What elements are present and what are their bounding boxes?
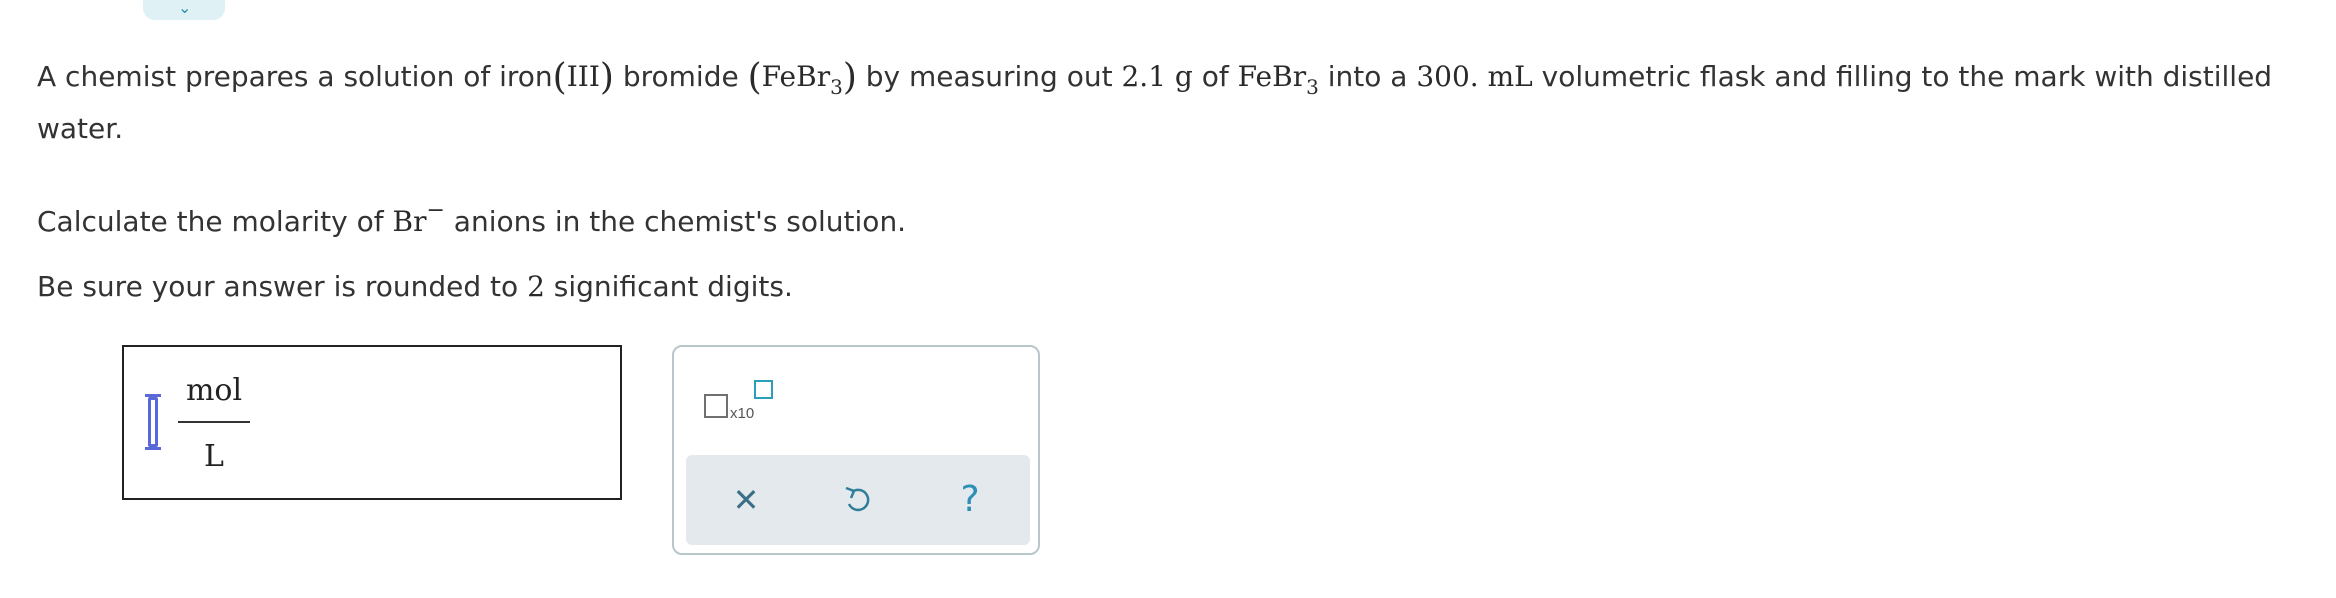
paren-close: )	[599, 57, 614, 98]
mass-value: 2.1	[1121, 60, 1167, 93]
paren-close: )	[842, 57, 857, 98]
close-icon: ✕	[732, 481, 760, 519]
question-line-2: water.	[37, 112, 124, 145]
volume-unit: mL	[1487, 60, 1533, 93]
chevron-down-icon: ⌄	[178, 0, 192, 17]
question-text: Be sure your answer is rounded to	[37, 270, 528, 303]
help-icon: ?	[960, 479, 980, 520]
question-line-1: A chemist prepares a solution of iron(II…	[37, 50, 2272, 114]
formula-subscript: 3	[830, 75, 843, 99]
unit-denominator: L	[204, 439, 224, 474]
action-bar: ✕ ?	[686, 455, 1030, 545]
formula: FeBr	[761, 60, 831, 93]
mantissa-box-icon	[704, 394, 728, 418]
volume-value: 300.	[1416, 60, 1479, 93]
x10-label: x10	[730, 405, 755, 422]
oxidation-state: III	[566, 60, 600, 93]
formula: FeBr	[1237, 60, 1307, 93]
question-text: A chemist prepares a solution of iron	[37, 60, 553, 93]
formula-subscript: 3	[1306, 75, 1319, 99]
collapse-tab[interactable]: ⌄	[143, 0, 225, 20]
unit-fraction: mol L	[178, 371, 250, 477]
help-button[interactable]: ?	[945, 475, 995, 525]
question-text: significant digits.	[544, 270, 793, 303]
undo-icon	[845, 486, 870, 512]
question-text: of	[1192, 60, 1238, 93]
scientific-notation-button[interactable]: x10	[704, 375, 794, 435]
question-text: Calculate the molarity of	[37, 205, 393, 238]
question-text: volumetric flask and filling to the mark…	[1532, 60, 2273, 93]
fraction-bar	[178, 421, 250, 423]
ion-symbol: Br	[392, 205, 427, 238]
tool-panel: x10 ✕ ?	[672, 345, 1040, 555]
exponent-box-icon	[754, 380, 773, 399]
question-text: by measuring out	[856, 60, 1122, 93]
answer-input-box[interactable]: mol L	[122, 345, 622, 500]
paren-open: (	[552, 57, 567, 98]
question-text: anions in the chemist's solution.	[444, 205, 907, 238]
answer-value-field[interactable]	[145, 394, 161, 450]
question-text: into a	[1318, 60, 1417, 93]
paren-open: (	[747, 57, 762, 98]
clear-button[interactable]: ✕	[721, 475, 771, 525]
question-text: bromide	[613, 60, 748, 93]
mass-unit: g	[1174, 60, 1193, 93]
sig-figs-value: 2	[527, 270, 545, 303]
rounding-instruction: Be sure your answer is rounded to 2 sign…	[37, 260, 793, 314]
calculate-instruction: Calculate the molarity of Br− anions in …	[37, 184, 906, 249]
undo-button[interactable]	[833, 475, 883, 525]
ion-charge: −	[426, 198, 445, 223]
unit-numerator: mol	[185, 373, 243, 408]
